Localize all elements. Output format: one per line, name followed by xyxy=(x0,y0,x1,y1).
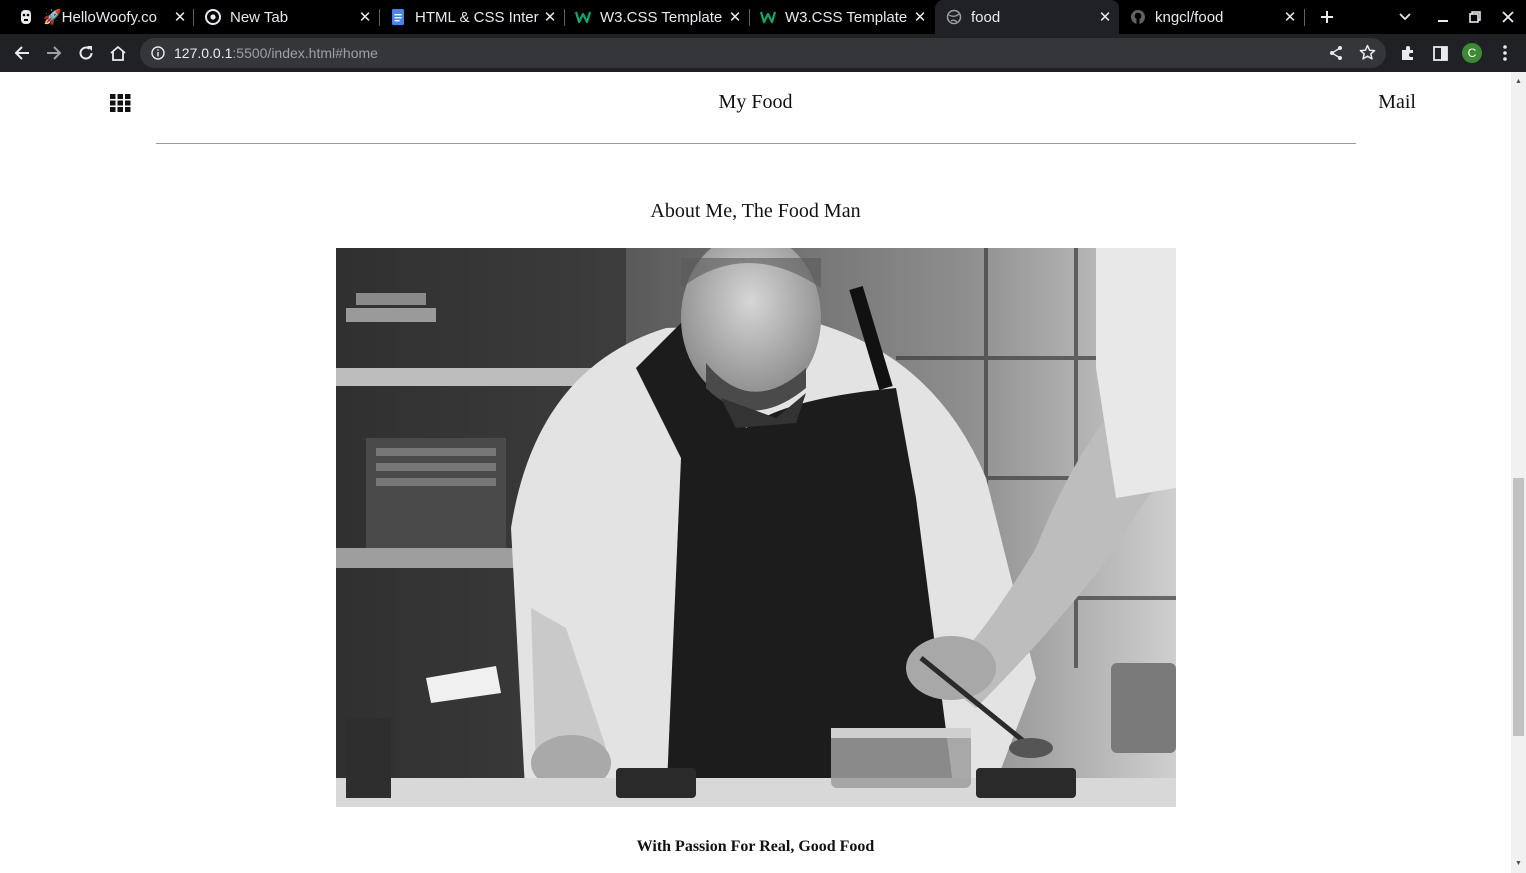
about-heading: About Me, The Food Man xyxy=(650,200,861,222)
new-tab-button[interactable] xyxy=(1314,0,1340,34)
globe-icon xyxy=(946,9,962,25)
profile-button[interactable]: C xyxy=(1456,34,1488,72)
tab-w3css-2[interactable]: W3.CSS Template ✕ xyxy=(760,0,930,34)
close-icon[interactable]: ✕ xyxy=(725,8,745,26)
forward-button[interactable] xyxy=(38,34,70,72)
tab-separator xyxy=(193,9,194,26)
site-nav: My Food Mail xyxy=(0,72,1511,136)
avatar: C xyxy=(1462,43,1482,63)
info-icon[interactable] xyxy=(151,46,165,65)
home-icon xyxy=(110,45,126,61)
close-icon xyxy=(1502,11,1514,23)
minimize-icon xyxy=(1438,20,1448,22)
close-icon[interactable]: ✕ xyxy=(355,8,375,26)
address-bar[interactable]: 127.0.0.1:5500/index.html#home xyxy=(140,38,1386,68)
close-window-button[interactable] xyxy=(1497,0,1519,34)
mail-link[interactable]: Mail xyxy=(1378,91,1416,114)
close-icon[interactable]: ✕ xyxy=(1095,8,1115,26)
tab-separator xyxy=(1304,9,1305,26)
close-icon[interactable]: ✕ xyxy=(540,8,560,26)
chrome-icon xyxy=(205,9,221,25)
tagline: With Passion For Real, Good Food xyxy=(636,838,875,855)
tab-title: kngcl/food xyxy=(1155,8,1224,26)
tab-w3css-1[interactable]: W3.CSS Template ✕ xyxy=(575,0,745,34)
docs-icon xyxy=(390,9,406,25)
tab-title: HTML & CSS Inter xyxy=(415,8,539,26)
extensions-button[interactable] xyxy=(1392,34,1424,72)
site-title[interactable]: My Food xyxy=(0,91,1511,114)
tab-separator xyxy=(564,9,565,26)
tab-hellowoofy[interactable]: 🚀HelloWoofy.co ✕ xyxy=(18,0,190,34)
w3-icon xyxy=(760,9,776,25)
browser-toolbar: 127.0.0.1:5500/index.html#home C xyxy=(0,34,1526,72)
close-icon[interactable]: ✕ xyxy=(910,8,930,26)
arrow-left-icon xyxy=(14,46,29,60)
kebab-menu-icon xyxy=(1503,45,1507,61)
share-icon[interactable] xyxy=(1328,45,1344,66)
tab-separator xyxy=(749,9,750,26)
tab-strip: 🚀HelloWoofy.co ✕ New Tab ✕ HTML & CSS In… xyxy=(0,0,1526,34)
home-button[interactable] xyxy=(102,34,134,72)
plus-icon xyxy=(1321,11,1333,23)
github-icon xyxy=(1130,9,1146,25)
page-scrollbar[interactable]: ▲ ▼ xyxy=(1511,72,1526,873)
dog-icon xyxy=(18,9,34,25)
back-button[interactable] xyxy=(6,34,38,72)
tab-title: W3.CSS Template xyxy=(600,8,723,26)
restore-button[interactable] xyxy=(1464,0,1486,34)
star-icon[interactable] xyxy=(1359,44,1376,66)
tab-title: W3.CSS Template xyxy=(785,8,908,26)
chef-photo xyxy=(336,248,1176,807)
puzzle-icon xyxy=(1402,46,1413,60)
minimize-button[interactable] xyxy=(1432,0,1454,34)
side-panel-button[interactable] xyxy=(1424,34,1456,72)
scroll-down-icon[interactable]: ▼ xyxy=(1511,856,1526,871)
close-icon[interactable]: ✕ xyxy=(170,8,190,26)
tab-github-food[interactable]: kngcl/food ✕ xyxy=(1130,0,1300,34)
arrow-right-icon xyxy=(47,46,62,60)
side-panel-icon xyxy=(1432,45,1448,61)
tab-title: 🚀HelloWoofy.co xyxy=(43,9,157,26)
tab-title: food xyxy=(971,8,1001,26)
url-path: :5500/index.html#home xyxy=(232,45,378,61)
url-text: 127.0.0.1:5500/index.html#home xyxy=(174,38,378,68)
w3-icon xyxy=(575,9,591,25)
tab-html-css[interactable]: HTML & CSS Inter ✕ xyxy=(390,0,560,34)
restore-icon xyxy=(1469,11,1481,23)
tab-food[interactable]: food ✕ xyxy=(935,0,1119,34)
page-viewport: My Food Mail About Me, The Food Man With… xyxy=(0,72,1511,873)
close-icon[interactable]: ✕ xyxy=(1280,8,1300,26)
scrollbar-thumb[interactable] xyxy=(1513,478,1524,736)
tab-search-button[interactable] xyxy=(1394,0,1416,34)
tab-separator xyxy=(379,9,380,26)
reload-icon xyxy=(79,46,93,60)
chevron-down-icon xyxy=(1399,13,1411,21)
menu-button[interactable] xyxy=(1489,34,1521,72)
scroll-up-icon[interactable]: ▲ xyxy=(1511,74,1526,89)
tab-title: New Tab xyxy=(230,8,289,26)
tab-new-tab[interactable]: New Tab ✕ xyxy=(205,0,375,34)
reload-button[interactable] xyxy=(70,34,102,72)
divider xyxy=(156,143,1356,144)
url-host: 127.0.0.1 xyxy=(174,45,233,61)
